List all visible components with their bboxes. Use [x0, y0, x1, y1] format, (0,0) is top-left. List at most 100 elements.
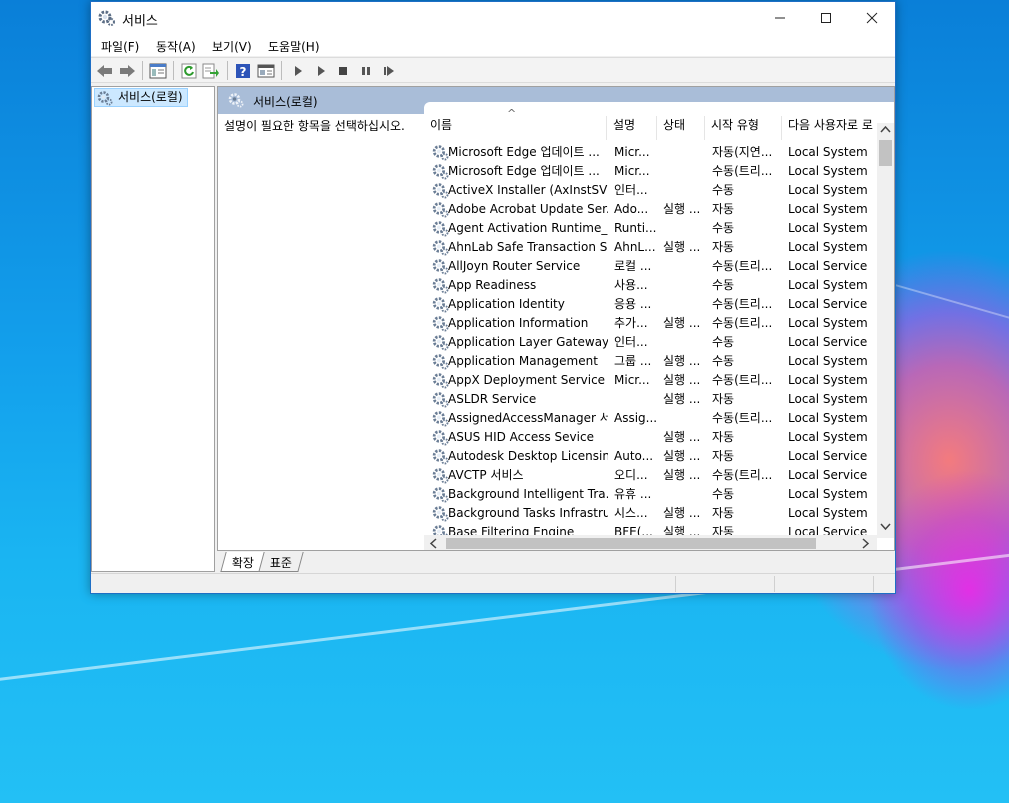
- cell-log-on-as: Local System: [788, 392, 868, 406]
- cell-status: 실행 ...: [663, 430, 701, 444]
- menu-file[interactable]: 파일(F): [101, 38, 139, 55]
- cell-description: 인터...: [614, 183, 648, 197]
- cell-description: Micr...: [614, 145, 650, 159]
- view-tabs: 확장 표준: [217, 552, 895, 572]
- cell-startup-type: 수동(트리...: [712, 411, 773, 425]
- vertical-scrollbar[interactable]: [877, 123, 894, 538]
- table-row[interactable]: AhnLab Safe Transaction S... AhnL... 실행 ..…: [424, 238, 870, 257]
- cell-name: AllJoyn Router Service: [448, 259, 581, 273]
- cell-description: Micr...: [614, 164, 650, 178]
- menu-view[interactable]: 보기(V): [212, 38, 252, 55]
- vertical-scroll-thumb[interactable]: [879, 140, 892, 166]
- cell-status: 실행 ...: [663, 506, 701, 520]
- show-hide-tree-icon[interactable]: [148, 61, 168, 80]
- table-row[interactable]: Agent Activation Runtime_... Runti... 수동 Lo…: [424, 219, 870, 238]
- table-row[interactable]: ASUS HID Access Sevice 실행 ... 자동 Local Syst…: [424, 428, 870, 447]
- refresh-icon[interactable]: [179, 61, 199, 80]
- table-row[interactable]: Application Layer Gateway ... 인터... 수동 Loca…: [424, 333, 870, 352]
- column-header-startup-type[interactable]: 시작 유형: [705, 116, 782, 140]
- close-button[interactable]: [849, 2, 895, 34]
- cell-description: 사용...: [614, 278, 648, 292]
- scroll-down-icon[interactable]: [880, 521, 891, 535]
- table-row[interactable]: ActiveX Installer (AxInstSV) 인터... 수동 Local…: [424, 181, 870, 200]
- table-row[interactable]: AssignedAccessManager 서... Assig... 수동(트리.…: [424, 409, 870, 428]
- list-header: ^ 이름 설명 상태 시작 유형 다음 사용자로 로: [424, 102, 894, 140]
- scroll-right-icon[interactable]: [860, 538, 871, 550]
- table-row[interactable]: Application Identity 응용 ... 수동(트리... Local …: [424, 295, 870, 314]
- cell-name: Application Management: [448, 354, 598, 368]
- cell-description: 오디...: [614, 468, 648, 482]
- table-row[interactable]: AllJoyn Router Service 로컬 ... 수동(트리... Loca…: [424, 257, 870, 276]
- table-row[interactable]: Adobe Acrobat Update Ser... Ado... 실행 ... 자…: [424, 200, 870, 219]
- cell-startup-type: 수동: [712, 221, 735, 235]
- window-title: 서비스: [122, 14, 158, 29]
- tree-item-services-local[interactable]: 서비스(로컬): [94, 88, 188, 107]
- minimize-button[interactable]: [757, 2, 803, 34]
- table-row[interactable]: App Readiness 사용... 수동 Local System: [424, 276, 870, 295]
- cell-log-on-as: Local System: [788, 202, 868, 216]
- cell-description: 시스...: [614, 506, 648, 520]
- cell-startup-type: 자동: [712, 449, 735, 463]
- table-row[interactable]: Microsoft Edge 업데이트 ... Micr... 수동(트리... Lo…: [424, 162, 870, 181]
- cell-log-on-as: Local System: [788, 316, 868, 330]
- services-list[interactable]: ^ 이름 설명 상태 시작 유형 다음 사용자로 로 Microsoft Edg…: [424, 102, 894, 550]
- cell-log-on-as: Local System: [788, 506, 868, 520]
- forward-icon[interactable]: [117, 61, 137, 80]
- table-row[interactable]: Autodesk Desktop Licensin... Auto... 실행 ..…: [424, 447, 870, 466]
- cell-startup-type: 수동: [712, 335, 735, 349]
- start-service-alt-icon[interactable]: [311, 61, 331, 80]
- maximize-button[interactable]: [803, 2, 849, 34]
- cell-name: AppX Deployment Service ...: [448, 373, 608, 387]
- status-bar: [91, 573, 895, 593]
- cell-status: 실행 ...: [663, 240, 701, 254]
- column-header-log-on-as[interactable]: 다음 사용자로 로: [782, 116, 877, 140]
- cell-log-on-as: Local System: [788, 164, 868, 178]
- horizontal-scroll-thumb[interactable]: [446, 538, 816, 549]
- cell-name: Microsoft Edge 업데이트 ...: [448, 164, 600, 178]
- scroll-up-icon[interactable]: [880, 124, 891, 138]
- scroll-left-icon[interactable]: [428, 538, 439, 550]
- cell-startup-type: 수동: [712, 354, 735, 368]
- table-row[interactable]: AVCTP 서비스 오디... 실행 ... 수동(트리... Local Servic…: [424, 466, 870, 485]
- start-service-icon[interactable]: [288, 61, 308, 80]
- table-row[interactable]: AppX Deployment Service ... Micr... 실행 ...…: [424, 371, 870, 390]
- table-row[interactable]: ASLDR Service 실행 ... 자동 Local System: [424, 390, 870, 409]
- cell-startup-type: 수동: [712, 278, 735, 292]
- back-icon[interactable]: [95, 61, 115, 80]
- cell-log-on-as: Local System: [788, 411, 868, 425]
- cell-log-on-as: Local Service: [788, 449, 868, 463]
- horizontal-scrollbar[interactable]: [424, 535, 877, 550]
- table-row[interactable]: Background Intelligent Tra... 유휴 ... 수동 Loc…: [424, 485, 870, 504]
- cell-name: AVCTP 서비스: [448, 468, 524, 482]
- cell-log-on-as: Local System: [788, 430, 868, 444]
- tab-standard-label: 표준: [269, 556, 292, 570]
- status-divider: [774, 576, 775, 592]
- restart-service-icon[interactable]: [379, 61, 399, 80]
- export-list-icon[interactable]: [201, 61, 221, 80]
- stop-service-icon[interactable]: [333, 61, 353, 80]
- description-text: 설명이 필요한 항목을 선택하십시오.: [224, 119, 405, 133]
- table-row[interactable]: Application Management 그룹 ... 실행 ... 수동 Loca…: [424, 352, 870, 371]
- pause-service-icon[interactable]: [356, 61, 376, 80]
- column-header-status[interactable]: 상태: [657, 116, 705, 140]
- cell-log-on-as: Local Service: [788, 297, 868, 311]
- cell-log-on-as: Local System: [788, 487, 868, 501]
- menu-action[interactable]: 동작(A): [156, 38, 196, 55]
- table-row[interactable]: Microsoft Edge 업데이트 ... Micr... 자동(지연... Lo…: [424, 143, 870, 162]
- title-bar[interactable]: 서비스: [91, 2, 895, 34]
- cell-startup-type: 수동(트리...: [712, 316, 773, 330]
- cell-startup-type: 자동: [712, 392, 735, 406]
- properties-icon[interactable]: [256, 61, 276, 80]
- column-header-description[interactable]: 설명: [607, 116, 657, 140]
- tab-standard[interactable]: 표준: [258, 552, 304, 572]
- table-row[interactable]: Background Tasks Infrastru... 시스... 실행 ...…: [424, 504, 870, 523]
- menu-help[interactable]: 도움말(H): [268, 38, 320, 55]
- column-header-name[interactable]: 이름: [424, 116, 607, 140]
- pane-title: 서비스(로컬): [253, 95, 318, 109]
- help-icon[interactable]: ?: [233, 61, 253, 80]
- tab-extended-label: 확장: [231, 556, 254, 570]
- status-divider: [675, 576, 676, 592]
- table-row[interactable]: Application Information 추가... 실행 ... 수동(트리.…: [424, 314, 870, 333]
- cell-log-on-as: Local System: [788, 221, 868, 235]
- svg-text:?: ?: [240, 65, 247, 79]
